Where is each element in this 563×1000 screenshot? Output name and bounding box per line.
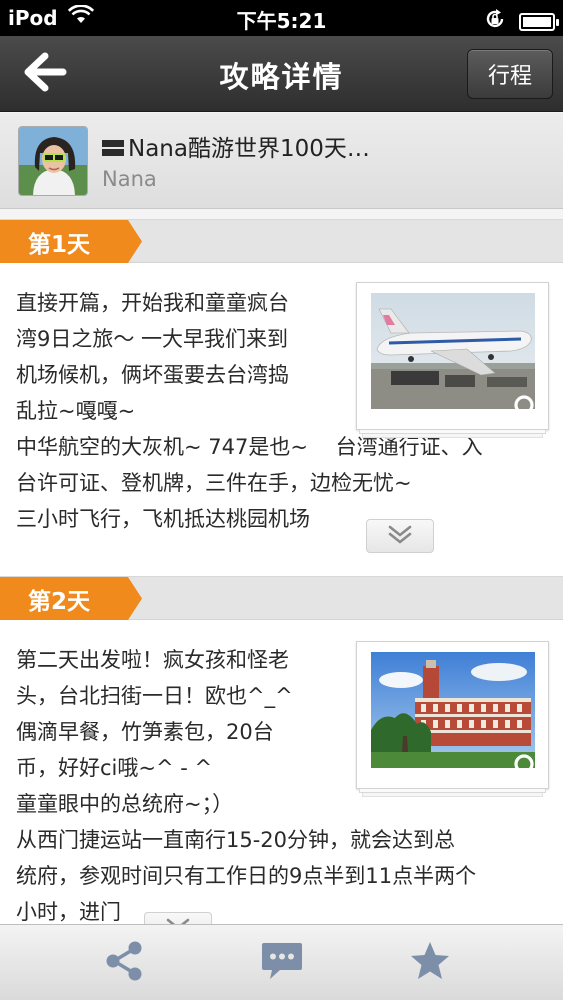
zoom-icon[interactable] bbox=[512, 752, 542, 782]
day-tab: 第2天 bbox=[0, 577, 142, 620]
share-button[interactable] bbox=[94, 939, 154, 987]
comment-button[interactable] bbox=[252, 939, 312, 987]
airplane-photo bbox=[371, 293, 535, 409]
bottom-toolbar bbox=[0, 924, 563, 1000]
share-icon bbox=[104, 940, 144, 986]
guide-title-text: Nana酷游世界100天… bbox=[128, 136, 370, 162]
text-line: 台许可证、登机牌，三件在手，边检无忧~ bbox=[16, 471, 412, 495]
expand-button[interactable] bbox=[144, 912, 212, 924]
text-line: 统府，参观时间只有工作日的9点半到11点半两个 bbox=[16, 864, 477, 888]
star-icon bbox=[409, 940, 451, 986]
photo-thumbnail[interactable] bbox=[356, 282, 549, 438]
day-header: 第1天 bbox=[0, 219, 563, 263]
author-name[interactable]: Nana bbox=[102, 167, 157, 191]
day-tab: 第1天 bbox=[0, 220, 142, 263]
taiwan-flag-icon bbox=[102, 137, 124, 156]
battery-icon bbox=[519, 12, 559, 31]
rotation-lock-icon bbox=[483, 7, 507, 36]
presidential-office-photo bbox=[371, 652, 535, 768]
guide-title: Nana酷游世界100天… bbox=[102, 129, 370, 163]
chevron-down-icon bbox=[387, 524, 413, 548]
favorite-button[interactable] bbox=[400, 939, 460, 987]
zoom-icon[interactable] bbox=[512, 393, 542, 423]
day-header: 第2天 bbox=[0, 576, 563, 620]
day-section: 第二天出发啦！疯女孩和怪老 头，台北扫街一日！欧也^_^ 偶滴早餐，竹笋素包，2… bbox=[0, 620, 563, 924]
status-time: 下午5:21 bbox=[236, 9, 327, 33]
comment-icon bbox=[260, 940, 304, 986]
text-line: 从西门捷运站一直南行15-20分钟，就会达到总 bbox=[16, 828, 456, 852]
itinerary-button[interactable]: 行程 bbox=[467, 49, 553, 99]
nav-bar: 攻略详情 行程 bbox=[0, 36, 563, 112]
expand-button[interactable] bbox=[366, 519, 434, 553]
day-label: 第2天 bbox=[28, 588, 91, 615]
status-bar: iPod 下午5:21 bbox=[0, 0, 563, 36]
day-section: 直接开篇，开始我和童童疯台 湾9日之旅～ 一大早我们来到 机场候机，俩坏蛋要去台… bbox=[0, 263, 563, 576]
text-line: 小时，进门 bbox=[16, 900, 121, 924]
chevron-down-icon bbox=[165, 917, 191, 924]
guide-header[interactable]: Nana酷游世界100天… Nana bbox=[0, 113, 563, 209]
author-avatar[interactable] bbox=[18, 126, 88, 196]
day-label: 第1天 bbox=[28, 231, 91, 258]
photo-thumbnail[interactable] bbox=[356, 641, 549, 797]
